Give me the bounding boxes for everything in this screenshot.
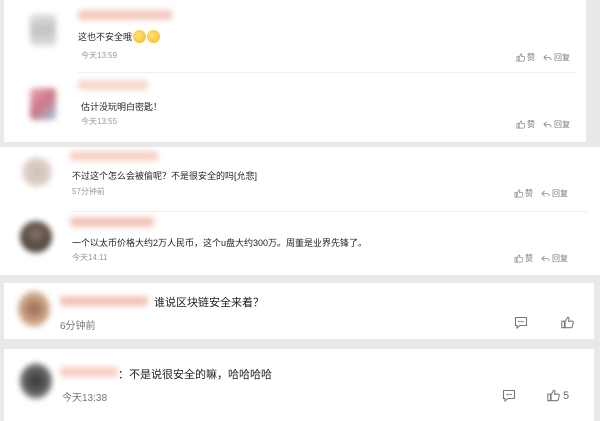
comment-text: 估计没玩明白密匙！: [81, 102, 163, 112]
comment-actions: 赞 回复: [514, 188, 568, 199]
comment-item: 一个以太币价格大约2万人民币，这个u盘大约300万。周董是业界先锋了。 今天14…: [0, 213, 600, 275]
divider: [70, 211, 588, 212]
username-blurred[interactable]: [60, 296, 148, 306]
reply-button[interactable]: 回复: [541, 188, 568, 199]
username-blurred[interactable]: [70, 217, 154, 227]
comment-item: 不过这个怎么会被偷呢？不是很安全的吗[允悲] 57分钟前 赞 回复: [0, 147, 600, 211]
like-label: 赞: [525, 189, 533, 198]
like-button[interactable]: 赞: [514, 188, 533, 199]
comment-item: 估计没玩明白密匙！ 今天13:55 赞 回复: [4, 74, 586, 142]
comment-actions: 赞 回复: [516, 52, 570, 63]
like-label: 赞: [527, 53, 535, 62]
like-button[interactable]: 赞: [516, 119, 535, 130]
comment-time: 今天13:38: [62, 393, 108, 404]
like-button[interactable]: [560, 316, 574, 329]
like-label: 赞: [527, 120, 535, 129]
comment-time: 今天14:11: [72, 253, 108, 262]
like-button[interactable]: 赞: [514, 253, 533, 264]
avatar[interactable]: [20, 221, 52, 253]
username-blurred[interactable]: [78, 80, 148, 90]
reply-button[interactable]: 回复: [543, 119, 570, 130]
thumbs-up-icon: [514, 254, 523, 263]
comment-button[interactable]: [502, 389, 516, 402]
avatar[interactable]: [18, 291, 50, 327]
reply-button[interactable]: 回复: [541, 253, 568, 264]
like-count: 5: [563, 389, 570, 402]
avatar[interactable]: [20, 363, 52, 399]
laughing-face-emoji: [147, 30, 161, 43]
comment-card: 这也不安全哦 今天13:59 赞 回复 估计没玩明白密匙！ 今天13:55 赞: [4, 0, 586, 142]
comment-card: ：不是说很安全的嘛，哈哈哈哈 今天13:38 5: [4, 349, 594, 421]
reply-arrow-icon: [543, 54, 552, 61]
thumbs-up-icon: [547, 389, 560, 402]
reply-arrow-icon: [541, 255, 550, 262]
reply-label: 回复: [552, 254, 568, 263]
comment-button[interactable]: [514, 316, 528, 329]
thumbs-up-icon: [516, 120, 525, 129]
comment-text-content: 这也不安全哦: [78, 32, 133, 42]
username-blurred[interactable]: [70, 151, 158, 161]
comment-actions: 赞 回复: [514, 253, 568, 264]
comment-card: 不过这个怎么会被偷呢？不是很安全的吗[允悲] 57分钟前 赞 回复 一个以太币价…: [0, 147, 600, 275]
divider: [78, 72, 576, 73]
like-button[interactable]: 赞: [516, 52, 535, 63]
comment-card: 谁说区块链安全来着？ 6分钟前: [4, 283, 594, 339]
avatar[interactable]: [22, 157, 52, 187]
laughing-face-emoji: [133, 30, 147, 43]
comment-text: 一个以太币价格大约2万人民币，这个u盘大约300万。周董是业界先锋了。: [72, 238, 368, 248]
comment-actions: 赞 回复: [516, 119, 570, 130]
comment-time: 57分钟前: [72, 187, 105, 196]
thumbs-up-icon: [516, 53, 525, 62]
comment-text: 这也不安全哦: [78, 30, 161, 43]
reply-arrow-icon: [541, 190, 550, 197]
reply-arrow-icon: [543, 121, 552, 128]
comment-bubble-icon: [502, 389, 516, 402]
reply-button[interactable]: 回复: [543, 52, 570, 63]
avatar[interactable]: [30, 14, 56, 46]
comment-time: 今天13:59: [81, 51, 118, 60]
comment-item: ：不是说很安全的嘛，哈哈哈哈 今天13:38 5: [4, 349, 594, 421]
reply-label: 回复: [554, 120, 570, 129]
thumbs-up-icon: [514, 189, 523, 198]
like-button[interactable]: 5: [546, 389, 569, 402]
username-blurred[interactable]: [60, 367, 118, 377]
comment-text: ：不是说很安全的嘛，哈哈哈哈: [118, 369, 272, 381]
avatar[interactable]: [30, 88, 56, 120]
username-blurred[interactable]: [78, 10, 172, 20]
comment-item: 这也不安全哦 今天13:59 赞 回复: [4, 0, 586, 70]
comment-text: 不过这个怎么会被偷呢？不是很安全的吗[允悲]: [72, 171, 258, 181]
comment-bubble-icon: [514, 316, 528, 329]
comment-time: 今天13:55: [81, 117, 118, 126]
reply-label: 回复: [552, 189, 568, 198]
like-label: 赞: [525, 254, 533, 263]
comment-time: 6分钟前: [60, 321, 96, 332]
comment-text: 谁说区块链安全来着？: [154, 297, 264, 309]
thumbs-up-icon: [561, 316, 574, 329]
reply-label: 回复: [554, 53, 570, 62]
comment-item: 谁说区块链安全来着？ 6分钟前: [4, 283, 594, 339]
